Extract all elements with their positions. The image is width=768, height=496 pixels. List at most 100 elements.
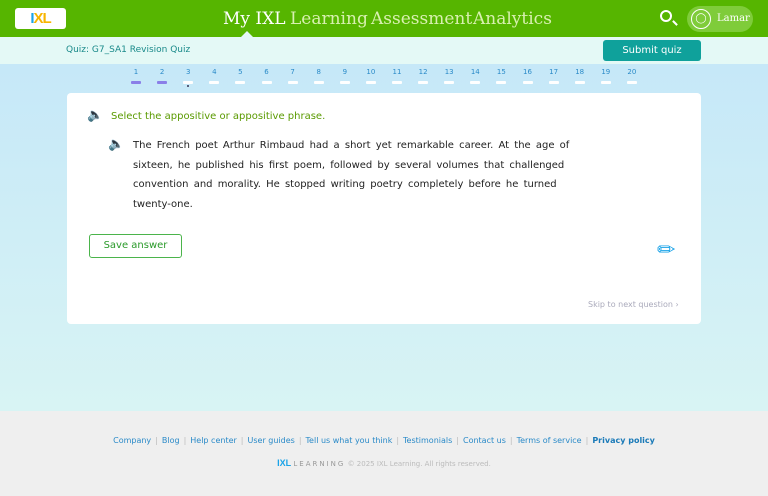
question-status-bar <box>574 81 585 84</box>
separator: | <box>183 436 187 445</box>
separator: | <box>298 436 302 445</box>
question-number: 16 <box>523 68 532 76</box>
question-number: 4 <box>212 68 217 76</box>
footer-link[interactable]: Company <box>113 436 151 445</box>
separator: | <box>155 436 158 445</box>
ixl-learning-logo: IXL <box>277 458 292 468</box>
footer-link[interactable]: User guides <box>248 436 295 445</box>
submit-quiz-button[interactable]: Submit quiz <box>603 40 701 61</box>
question-number: 5 <box>238 68 243 76</box>
copyright-text: © 2025 IXL Learning. All rights reserved… <box>347 460 491 468</box>
question-number: 19 <box>601 68 611 76</box>
passage-text[interactable]: The French poet Arthur Rimbaud had a sho… <box>133 136 583 214</box>
question-status-bar <box>235 81 246 84</box>
question-status-bar <box>209 81 220 84</box>
question-prompt: Select the appositive or appositive phra… <box>111 111 326 122</box>
question-status-bar <box>287 81 298 84</box>
footer-link[interactable]: Tell us what you think <box>306 436 393 445</box>
question-number: 12 <box>418 68 428 76</box>
main-area: 1 2 3 4 5 6 7 8 9 10 11 12 13 14 15 16 17 18 19 20 🔈 Select… <box>0 64 768 411</box>
ixl-logo[interactable]: IXL <box>15 8 66 29</box>
question-status-bar <box>339 81 350 84</box>
question-number: 13 <box>444 68 454 76</box>
question-nav-2[interactable]: 2 <box>154 68 170 84</box>
question-number: 18 <box>575 68 585 76</box>
question-nav-8[interactable]: 8 <box>311 68 327 84</box>
quiz-title: Quiz: G7_SA1 Revision Quiz <box>66 45 191 55</box>
footer-link[interactable]: Contact us <box>463 436 506 445</box>
question-number: 11 <box>392 68 402 76</box>
question-status-bar <box>157 81 168 84</box>
pencil-icon[interactable]: ✏ <box>657 238 675 263</box>
question-nav-13[interactable]: 13 <box>441 68 457 84</box>
question-nav-18[interactable]: 18 <box>572 68 588 84</box>
question-status-bar <box>626 81 637 84</box>
current-dot <box>187 85 190 87</box>
separator: | <box>585 436 589 445</box>
footer-link[interactable]: Help center <box>190 436 237 445</box>
question-number: 17 <box>549 68 559 76</box>
speaker-icon[interactable]: 🔈 <box>108 137 124 152</box>
question-nav-9[interactable]: 9 <box>337 68 353 84</box>
question-status-bar <box>600 81 611 84</box>
footer-links: Company | Blog | Help center | User guides | Tel… <box>0 436 768 445</box>
question-nav-3[interactable]: 3 <box>180 68 196 87</box>
question-number: 3 <box>185 68 191 76</box>
question-nav-1[interactable]: 1 <box>128 68 144 84</box>
question-status-bar <box>444 81 455 84</box>
question-nav-12[interactable]: 12 <box>415 68 431 84</box>
separator: | <box>240 436 244 445</box>
question-nav-14[interactable]: 14 <box>467 68 483 84</box>
question-nav-20[interactable]: 20 <box>624 68 640 84</box>
search-icon[interactable] <box>660 10 672 22</box>
question-nav-4[interactable]: 4 <box>206 68 222 84</box>
speaker-icon[interactable]: 🔈 <box>87 108 103 123</box>
question-status-bar <box>183 81 194 84</box>
footer-link[interactable]: Terms of service <box>517 436 582 445</box>
question-number: 15 <box>496 68 506 76</box>
separator: | <box>456 436 459 445</box>
question-nav-19[interactable]: 19 <box>598 68 614 84</box>
question-number: 6 <box>264 68 269 76</box>
question-status-bar <box>418 81 429 84</box>
question-card: 🔈 Select the appositive or appositive ph… <box>67 93 701 324</box>
question-nav-17[interactable]: 17 <box>546 68 562 84</box>
footer-link[interactable]: Testimonials <box>403 436 452 445</box>
question-status-bar <box>365 81 376 84</box>
question-nav-5[interactable]: 5 <box>232 68 248 84</box>
nav-learning[interactable]: Learning <box>290 9 368 29</box>
question-number: 14 <box>470 68 480 76</box>
question-nav-15[interactable]: 15 <box>493 68 509 84</box>
question-nav-11[interactable]: 11 <box>389 68 405 84</box>
question-number: 7 <box>290 68 295 76</box>
nav-analytics[interactable]: Analytics <box>473 9 552 29</box>
question-status-bar <box>548 81 559 84</box>
top-nav: IXL My IXL Learning Assessment Analytics… <box>0 0 768 37</box>
nav-my-ixl[interactable]: My IXL <box>223 9 286 29</box>
skip-link[interactable]: Skip to next question › <box>588 300 679 309</box>
question-number: 9 <box>342 68 348 76</box>
question-status-bar <box>470 81 481 84</box>
copyright: IXL LEARNING © 2025 IXL Learning. All ri… <box>277 458 491 468</box>
quiz-bar: Quiz: G7_SA1 Revision Quiz Submit quiz <box>0 37 768 64</box>
privacy-policy-link[interactable]: Privacy policy <box>592 436 655 445</box>
question-number: 1 <box>133 68 139 76</box>
question-number: 2 <box>159 68 165 76</box>
question-nav-7[interactable]: 7 <box>285 68 301 84</box>
question-status-bar <box>496 81 507 84</box>
question-status-bar <box>261 81 272 84</box>
separator: | <box>396 436 400 445</box>
question-nav-6[interactable]: 6 <box>259 68 275 84</box>
separator: | <box>509 436 513 445</box>
question-number: 20 <box>627 68 637 76</box>
user-menu[interactable]: ◯ Lamar <box>687 6 753 32</box>
question-nav-16[interactable]: 16 <box>520 68 536 84</box>
nav-assessment[interactable]: Assessment <box>371 9 472 29</box>
footer-link[interactable]: Blog <box>162 436 180 445</box>
user-name: Lamar <box>717 13 750 24</box>
question-nav-10[interactable]: 10 <box>363 68 379 84</box>
question-number: 10 <box>366 68 376 76</box>
save-answer-button[interactable]: Save answer <box>89 234 182 258</box>
question-status-bar <box>392 81 402 84</box>
avatar-icon: ◯ <box>691 9 711 29</box>
